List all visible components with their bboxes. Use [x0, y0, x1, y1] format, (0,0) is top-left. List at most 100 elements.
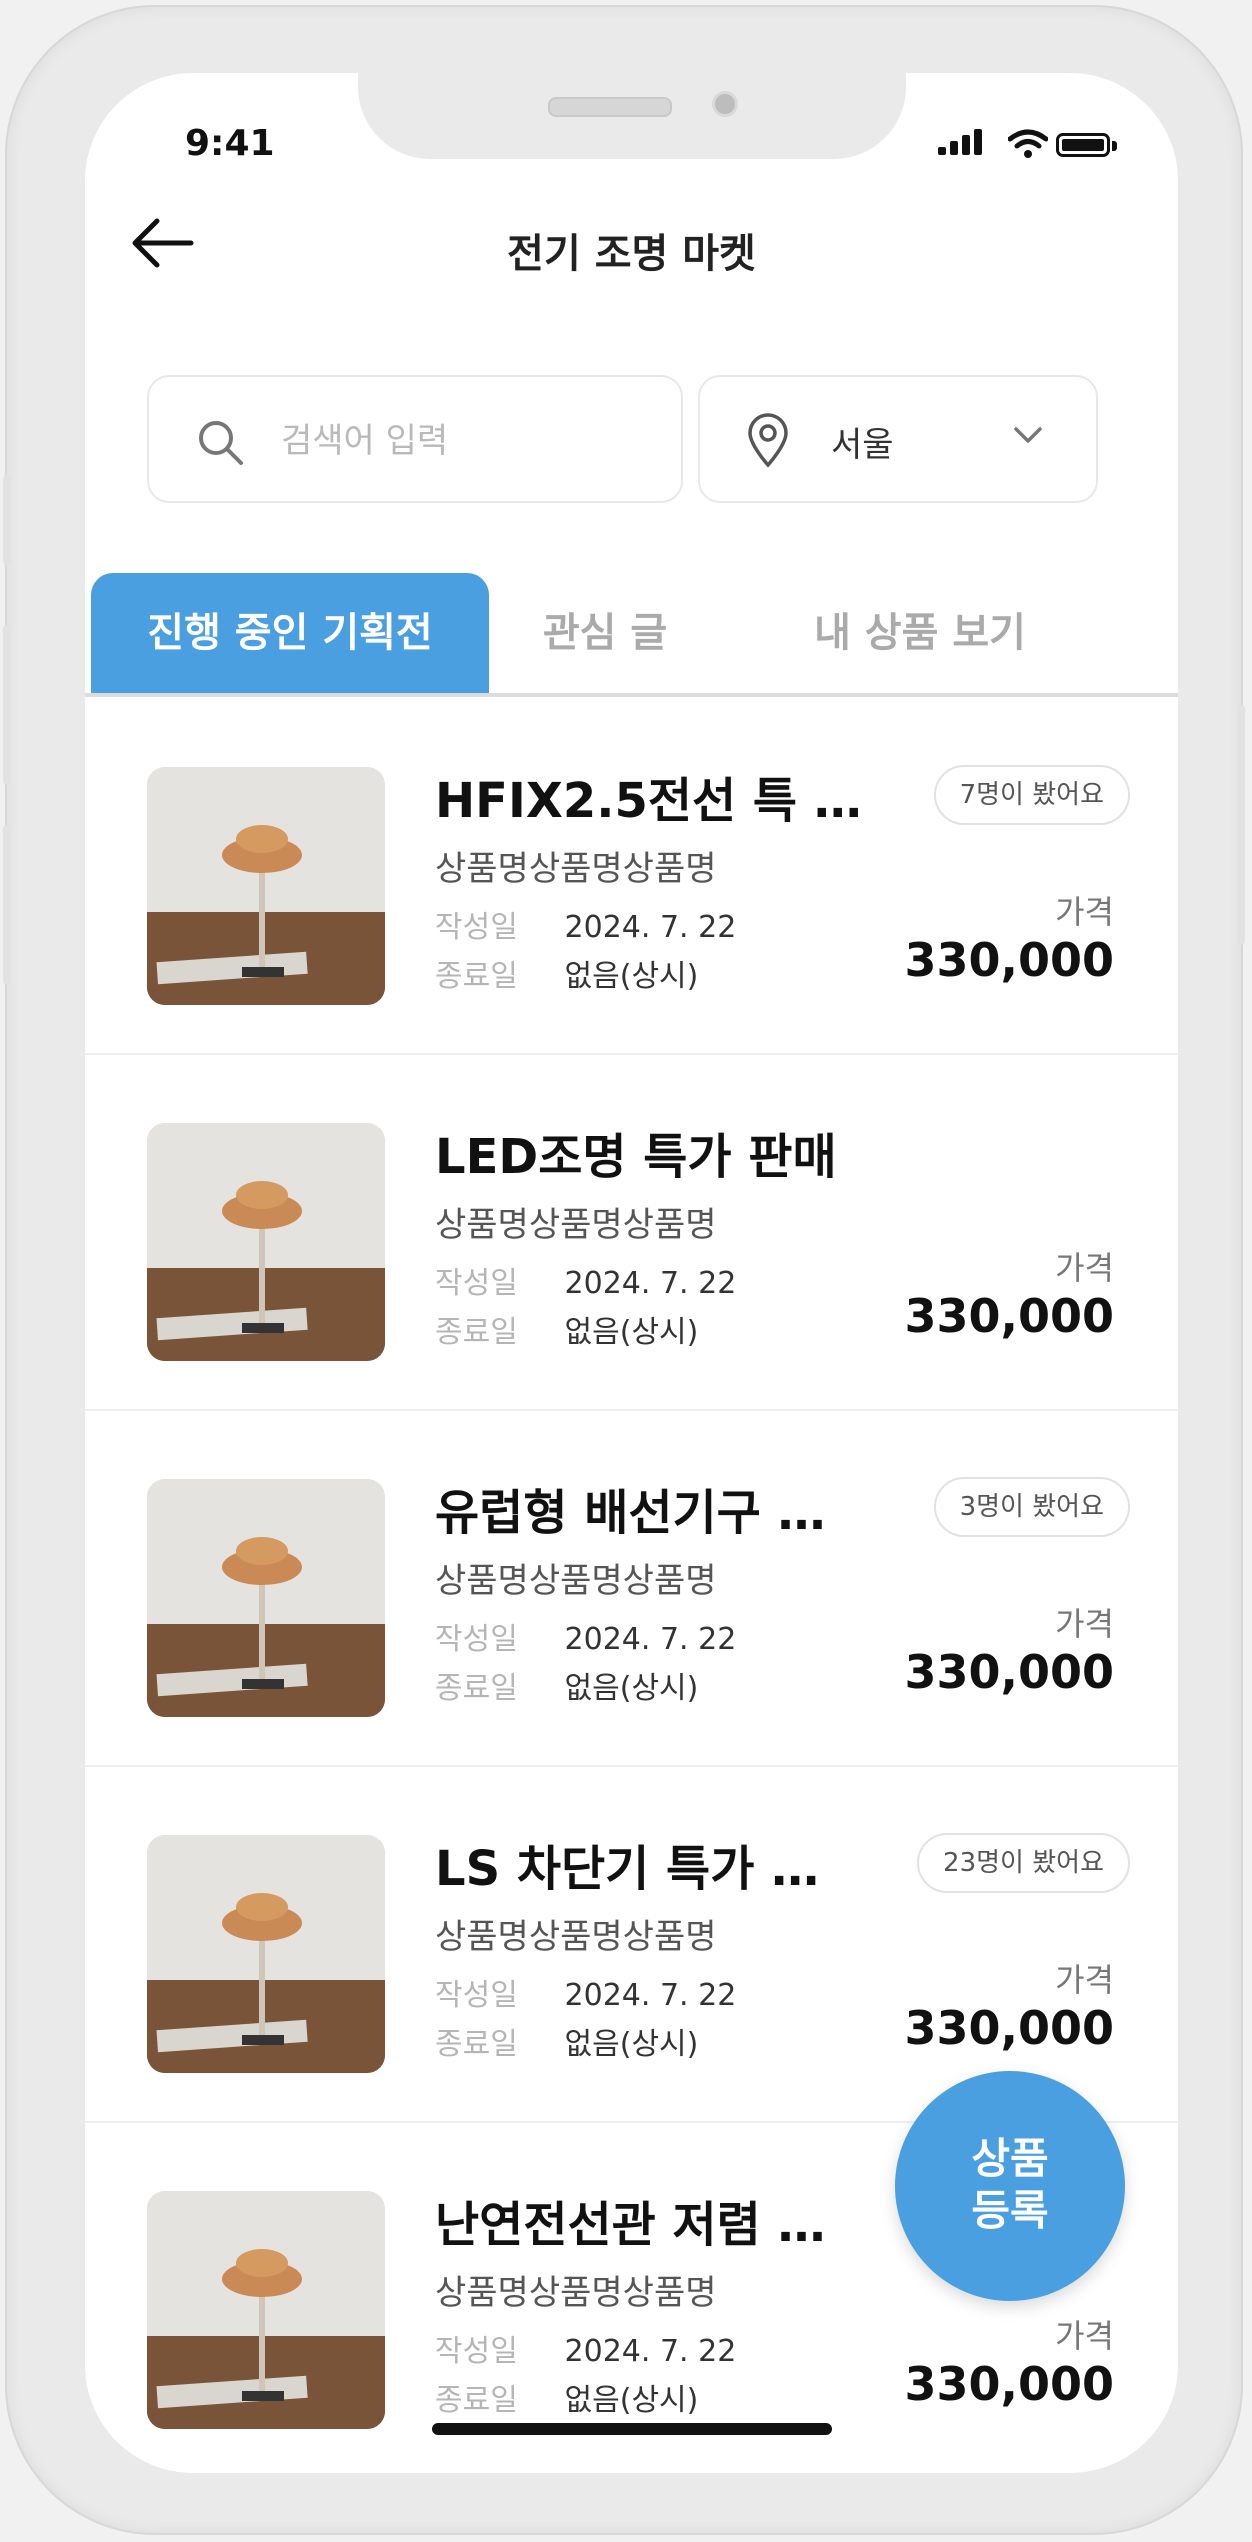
- power-button: [1237, 705, 1245, 945]
- lamp-image: [147, 767, 385, 1005]
- page-title: 전기 조명 마켓: [507, 231, 756, 277]
- end-date-row: 종료일 없음(상시): [435, 1307, 698, 1351]
- tab-my-products[interactable]: 내 상품 보기: [755, 573, 1085, 693]
- price-label: 가격: [1055, 2317, 1114, 2355]
- end-date-value: 없음(상시): [564, 2383, 699, 2418]
- signal-bar: [974, 129, 982, 155]
- end-date-label: 종료일: [435, 2027, 518, 2062]
- end-date-value: 없음(상시): [564, 1315, 699, 1350]
- status-time: 9:41: [185, 123, 275, 164]
- signal-bar: [938, 147, 946, 155]
- item-subtitle: 상품명상품명상품명: [435, 849, 717, 889]
- product-thumbnail: [147, 767, 385, 1005]
- product-thumbnail: [147, 1123, 385, 1361]
- item-title: HFIX2.5전선 특 …: [435, 773, 862, 829]
- product-thumbnail: [147, 1479, 385, 1717]
- end-date-value: 없음(상시): [564, 959, 699, 994]
- front-camera: [712, 91, 738, 117]
- item-subtitle: 상품명상품명상품명: [435, 2273, 717, 2313]
- price-value: 330,000: [904, 933, 1114, 987]
- battery-icon: [1056, 133, 1110, 157]
- tab-ongoing-events[interactable]: 진행 중인 기획전: [91, 573, 489, 693]
- signal-bar: [962, 135, 970, 155]
- phone-frame: 9:41 전기 조명 마켓 검색어 입력 서울 진행 중인 기획전 관심 글 내…: [3, 5, 1245, 2535]
- price-value: 330,000: [904, 2357, 1114, 2411]
- written-date-row: 작성일 2024. 7. 22: [435, 1614, 736, 1658]
- lamp-image: [147, 2191, 385, 2429]
- end-date-label: 종료일: [435, 959, 518, 994]
- end-date-row: 종료일 없음(상시): [435, 2019, 698, 2063]
- item-subtitle: 상품명상품명상품명: [435, 1561, 717, 1601]
- app-screen: 9:41 전기 조명 마켓 검색어 입력 서울 진행 중인 기획전 관심 글 내…: [85, 73, 1178, 2473]
- price-value: 330,000: [904, 1645, 1114, 1699]
- written-date-row: 작성일 2024. 7. 22: [435, 902, 736, 946]
- item-subtitle: 상품명상품명상품명: [435, 1205, 717, 1245]
- list-item[interactable]: 유럽형 배선기구 … 3명이 봤어요 상품명상품명상품명 작성일 2024. 7…: [85, 1409, 1178, 1767]
- notch: [358, 73, 906, 159]
- price-label: 가격: [1055, 1961, 1114, 1999]
- view-count-badge: 23명이 봤어요: [917, 1833, 1130, 1893]
- search-icon: [199, 421, 243, 465]
- item-title: LED조명 특가 판매: [435, 1129, 837, 1185]
- end-date-row: 종료일 없음(상시): [435, 951, 698, 995]
- location-value: 서울: [831, 425, 894, 465]
- chevron-down-icon: [1014, 427, 1042, 443]
- written-date-label: 작성일: [435, 910, 518, 945]
- price-label: 가격: [1055, 1605, 1114, 1643]
- written-date-label: 작성일: [435, 1266, 518, 1301]
- item-title: LS 차단기 특가 …: [435, 1841, 820, 1897]
- written-date-row: 작성일 2024. 7. 22: [435, 2326, 736, 2370]
- list-item[interactable]: HFIX2.5전선 특 … 7명이 봤어요 상품명상품명상품명 작성일 2024…: [85, 697, 1178, 1055]
- end-date-row: 종료일 없음(상시): [435, 1663, 698, 1707]
- item-title: 난연전선관 저렴 …: [435, 2197, 826, 2253]
- volume-down-button: [3, 825, 11, 985]
- location-pin-icon: [748, 413, 788, 468]
- wifi-icon: [1008, 129, 1048, 158]
- written-date-value: 2024. 7. 22: [564, 1266, 737, 1301]
- speaker-grille: [548, 97, 672, 117]
- price-label: 가격: [1055, 1249, 1114, 1287]
- tab-bar: 진행 중인 기획전 관심 글 내 상품 보기: [85, 573, 1178, 697]
- written-date-label: 작성일: [435, 2334, 518, 2369]
- home-indicator[interactable]: [432, 2423, 832, 2435]
- end-date-value: 없음(상시): [564, 1671, 699, 1706]
- item-title: 유럽형 배선기구 …: [435, 1485, 826, 1541]
- signal-bar: [950, 141, 958, 155]
- list-item[interactable]: LS 차단기 특가 … 23명이 봤어요 상품명상품명상품명 작성일 2024.…: [85, 1765, 1178, 2123]
- written-date-value: 2024. 7. 22: [564, 2334, 737, 2369]
- written-date-value: 2024. 7. 22: [564, 1978, 737, 2013]
- price-value: 330,000: [904, 2001, 1114, 2055]
- written-date-row: 작성일 2024. 7. 22: [435, 1258, 736, 1302]
- register-product-button[interactable]: 상품 등록: [895, 2071, 1125, 2301]
- written-date-value: 2024. 7. 22: [564, 1622, 737, 1657]
- lamp-image: [147, 1835, 385, 2073]
- tab-favorites[interactable]: 관심 글: [505, 573, 705, 693]
- view-count-badge: 7명이 봤어요: [933, 765, 1130, 825]
- price-value: 330,000: [904, 1289, 1114, 1343]
- mute-switch: [3, 475, 11, 565]
- fab-label-line2: 등록: [971, 2186, 1049, 2235]
- end-date-label: 종료일: [435, 1671, 518, 1706]
- end-date-label: 종료일: [435, 2383, 518, 2418]
- lamp-image: [147, 1479, 385, 1717]
- search-input[interactable]: [279, 413, 663, 469]
- end-date-label: 종료일: [435, 1315, 518, 1350]
- product-thumbnail: [147, 1835, 385, 2073]
- status-icons: [938, 127, 1128, 161]
- fab-label-line1: 상품: [971, 2134, 1049, 2183]
- list-item[interactable]: LED조명 특가 판매 상품명상품명상품명 작성일 2024. 7. 22 종료…: [85, 1053, 1178, 1411]
- end-date-value: 없음(상시): [564, 2027, 699, 2062]
- volume-up-button: [3, 625, 11, 785]
- item-subtitle: 상품명상품명상품명: [435, 1917, 717, 1957]
- written-date-label: 작성일: [435, 1978, 518, 2013]
- end-date-row: 종료일 없음(상시): [435, 2375, 698, 2419]
- search-box[interactable]: [147, 375, 683, 503]
- price-label: 가격: [1055, 893, 1114, 931]
- view-count-badge: 3명이 봤어요: [933, 1477, 1130, 1537]
- written-date-value: 2024. 7. 22: [564, 910, 737, 945]
- written-date-row: 작성일 2024. 7. 22: [435, 1970, 736, 2014]
- lamp-image: [147, 1123, 385, 1361]
- battery-tip: [1112, 141, 1117, 151]
- written-date-label: 작성일: [435, 1622, 518, 1657]
- location-select[interactable]: 서울: [698, 375, 1098, 503]
